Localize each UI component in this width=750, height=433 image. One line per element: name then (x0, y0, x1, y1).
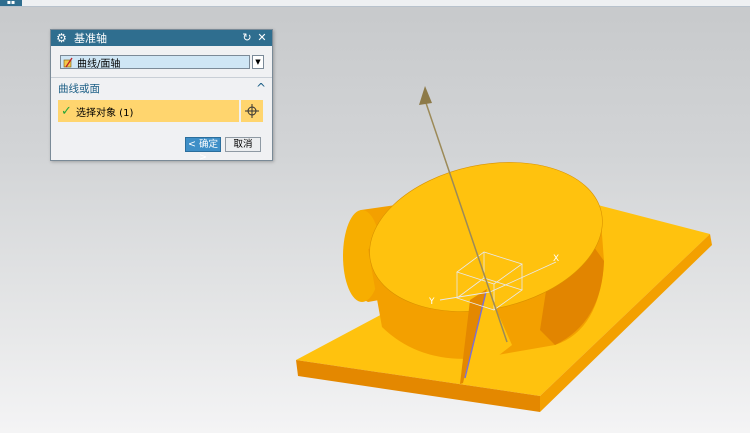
point-dialog-icon (245, 104, 259, 118)
dialog-titlebar: ⚙ 基准轴 ↻ ✕ (51, 30, 272, 46)
dialog-title: 基准轴 (74, 32, 107, 45)
check-icon: ✓ (61, 103, 72, 119)
section-divider (51, 77, 272, 78)
ok-button[interactable]: < 确定 > (185, 137, 221, 163)
type-select-value: 曲线/面轴 (77, 58, 121, 70)
point-dialog-button[interactable] (241, 100, 263, 122)
settings-gear-icon[interactable]: ⚙ (55, 31, 68, 45)
datum-axis-arrowhead[interactable] (419, 86, 432, 105)
collapse-chevron-icon[interactable]: ^ (254, 81, 268, 95)
csys-x-label: X (553, 254, 559, 264)
select-object-label: 选择对象 (1) (76, 107, 134, 119)
datum-axis-dialog: ⚙ 基准轴 ↻ ✕ 曲线/面轴 ▼ 曲线或面 ^ ✓ 选择对象 (1) < 确定… (50, 29, 273, 163)
window-top-bar: ▪▪ (0, 0, 750, 7)
select-object-field[interactable]: ✓ 选择对象 (1) (58, 100, 239, 122)
type-select[interactable]: 曲线/面轴 (60, 55, 250, 70)
dropdown-arrow-icon[interactable]: ▼ (252, 55, 264, 69)
csys-y-label: Y (428, 297, 435, 307)
curve-or-face-group-header[interactable]: 曲线或面 ^ (51, 79, 272, 97)
type-select-row: 曲线/面轴 ▼ (58, 54, 264, 70)
curve-face-axis-icon (63, 57, 74, 68)
close-icon[interactable]: ✕ (256, 32, 268, 44)
group-title: 曲线或面 (58, 82, 100, 95)
cancel-button[interactable]: 取消 (225, 137, 261, 152)
reset-icon[interactable]: ↻ (241, 32, 253, 44)
app-corner-icon[interactable]: ▪▪ (0, 0, 22, 6)
select-object-row: ✓ 选择对象 (1) (58, 100, 263, 122)
